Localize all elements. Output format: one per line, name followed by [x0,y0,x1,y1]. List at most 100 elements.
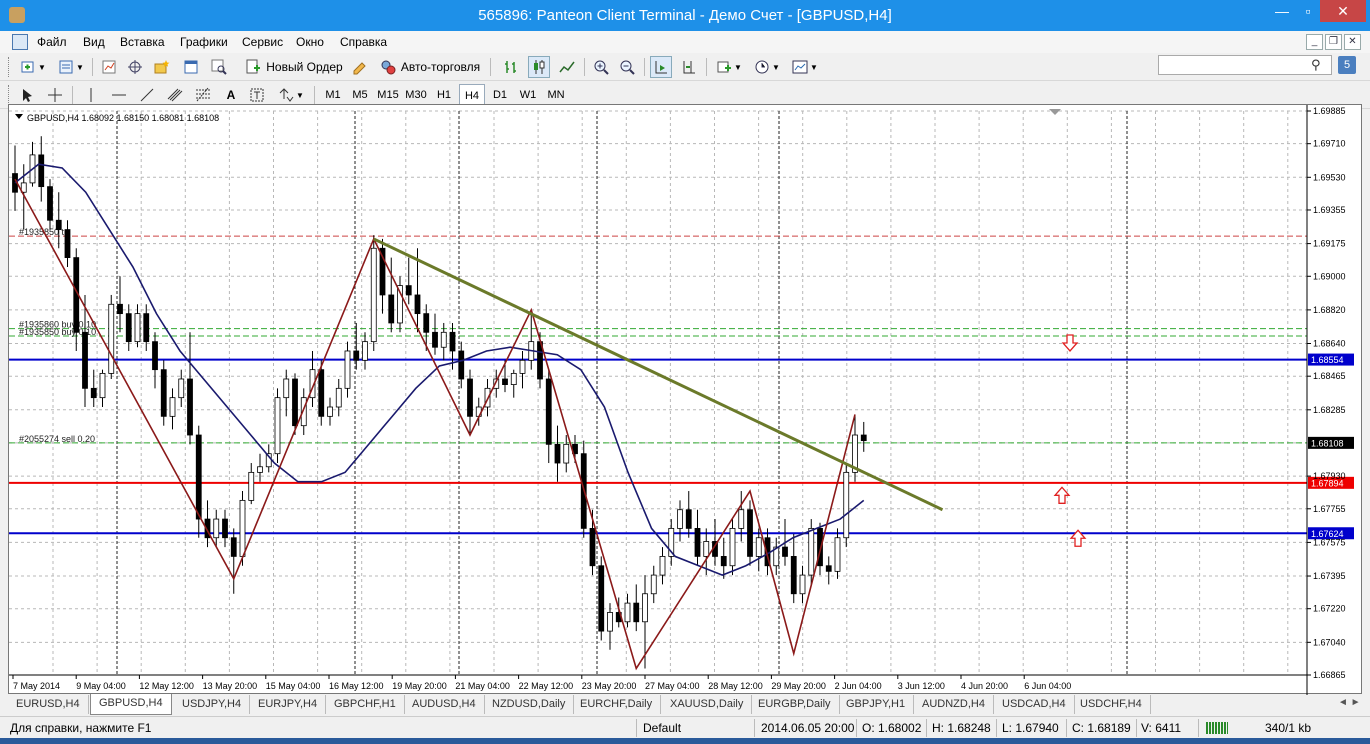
taskbar [0,738,1370,744]
maximize-button[interactable]: ▫ [1296,0,1320,22]
terminal-button[interactable] [180,56,202,78]
trendline-button[interactable] [136,84,158,106]
timeframe-d1[interactable]: D1 [487,84,513,106]
menu-tools[interactable]: Сервис [242,35,283,49]
candle-body [38,154,45,188]
auto-trading-button[interactable]: Авто-торговля [376,56,484,78]
tab-eurgbp-daily[interactable]: EURGBP,Daily [750,695,840,714]
minimize-button[interactable]: — [1268,0,1296,22]
candle-body [458,350,465,380]
candlestick-chart-button[interactable] [528,56,550,78]
timeframe-m30[interactable]: M30 [403,84,429,106]
tab-eurjpy-h4[interactable]: EURJPY,H4 [250,695,327,714]
tab-nzdusd-daily[interactable]: NZDUSD,Daily [484,695,575,714]
timeframe-h1[interactable]: H1 [431,84,457,106]
bar-chart-button[interactable] [500,56,522,78]
tab-audnzd-h4[interactable]: AUDNZD,H4 [914,695,994,714]
toolbar-grip[interactable] [8,57,11,77]
fibonacci-icon [196,87,210,102]
tab-audusd-h4[interactable]: AUDUSD,H4 [404,695,485,714]
timeframe-m5[interactable]: M5 [347,84,373,106]
profiles-button[interactable]: ▼ [54,56,88,78]
timeframe-m15[interactable]: M15 [375,84,401,106]
candle-body [808,527,815,576]
bar-volume: V: 6411 [1141,721,1182,735]
templates-button[interactable]: ▼ [788,56,822,78]
new-chart-button[interactable]: ▼ [16,56,50,78]
zoom-out-button[interactable] [616,56,638,78]
candle-body [230,537,237,557]
timeframe-m1[interactable]: M1 [320,84,346,106]
crosshair-button[interactable] [44,84,66,106]
close-button[interactable]: ✕ [1320,0,1366,22]
search-icon[interactable]: ⚲ [1311,57,1321,73]
toolbar-grip[interactable] [8,85,11,105]
mdi-minimize-button[interactable]: _ [1306,34,1323,50]
timeframe-w1[interactable]: W1 [515,84,541,106]
strategy-tester-button[interactable] [208,56,230,78]
indicators-button[interactable]: ▼ [712,56,746,78]
chart-tabs: EURUSD,H4 GBPUSD,H4 USDJPY,H4 EURJPY,H4 … [8,694,1362,715]
candle-body [834,537,841,572]
data-window-button[interactable] [124,56,146,78]
help-hint: Для справки, нажмите F1 [10,721,152,735]
arrows-button[interactable]: ▼ [274,84,308,106]
search-input[interactable] [1158,55,1332,75]
menu-view[interactable]: Вид [83,35,105,49]
text-label-button[interactable] [246,84,268,106]
new-order-icon [246,59,261,74]
menu-insert[interactable]: Вставка [120,35,165,49]
tab-gbpchf-h1[interactable]: GBPCHF,H1 [326,695,405,714]
menu-charts[interactable]: Графики [180,35,228,49]
text-button[interactable]: A [220,84,242,106]
chart-window[interactable]: #1935850 tp #1935860 buy 0.10 #1935850 buy… [8,104,1363,695]
navigator-button[interactable] [150,56,174,78]
candle-body [248,471,255,501]
price-label: 1.67930 [1313,471,1346,481]
mdi-restore-button[interactable]: ❐ [1325,34,1342,50]
candle-body [257,466,263,473]
line-chart-button[interactable] [556,56,578,78]
candle-body [502,378,508,385]
tab-usdcad-h4[interactable]: USDCAD,H4 [994,695,1075,714]
timeframe-h4[interactable]: H4 [459,84,485,106]
candle-body [125,313,132,343]
tab-gbpusd-h4[interactable]: GBPUSD,H4 [90,694,172,715]
candle-body [134,313,141,343]
tab-eurchf-daily[interactable]: EURCHF,Daily [572,695,662,714]
auto-trading-icon [381,60,396,75]
cursor-button[interactable] [16,84,38,106]
menu-window[interactable]: Окно [296,35,324,49]
channel-icon [167,88,183,102]
equidistant-channel-button[interactable] [164,84,186,106]
periods-button[interactable]: ▼ [750,56,784,78]
messages-icon[interactable]: 5 [1338,56,1356,74]
tab-gbpjpy-h1[interactable]: GBPJPY,H1 [838,695,915,714]
chart-shift-button[interactable] [678,56,700,78]
mdi-close-button[interactable]: ✕ [1344,34,1361,50]
vertical-line-button[interactable] [80,84,102,106]
candle-body [222,518,228,539]
menu-file[interactable]: Файл [37,35,67,49]
price-chart[interactable]: #1935850 tp#1935860 buy 0.10#1935850 buy… [9,105,1363,695]
timeframe-mn[interactable]: MN [543,84,569,106]
trendline-icon [140,88,154,102]
tab-eurusd-h4[interactable]: EURUSD,H4 [8,695,89,714]
menu-help[interactable]: Справка [340,35,387,49]
meta-editor-button[interactable] [350,56,370,78]
tab-scroll-arrows[interactable]: ◄ ► [1338,697,1361,708]
star-folder-icon [154,60,170,74]
chart-window-icon[interactable] [12,34,28,50]
tab-xauusd-daily[interactable]: XAUUSD,Daily [662,695,753,714]
time-label: 21 May 04:00 [455,681,510,691]
auto-scroll-button[interactable] [650,56,672,78]
new-order-button[interactable]: Новый Ордер [244,56,344,78]
horizontal-line-button[interactable] [108,84,130,106]
fibonacci-button[interactable] [192,84,214,106]
tab-usdchf-h4[interactable]: USDCHF,H4 [1072,695,1151,714]
connection-status-icon[interactable] [1206,722,1228,734]
market-watch-button[interactable] [98,56,120,78]
tab-usdjpy-h4[interactable]: USDJPY,H4 [174,695,251,714]
candle-body [624,602,631,623]
zoom-in-button[interactable] [590,56,612,78]
